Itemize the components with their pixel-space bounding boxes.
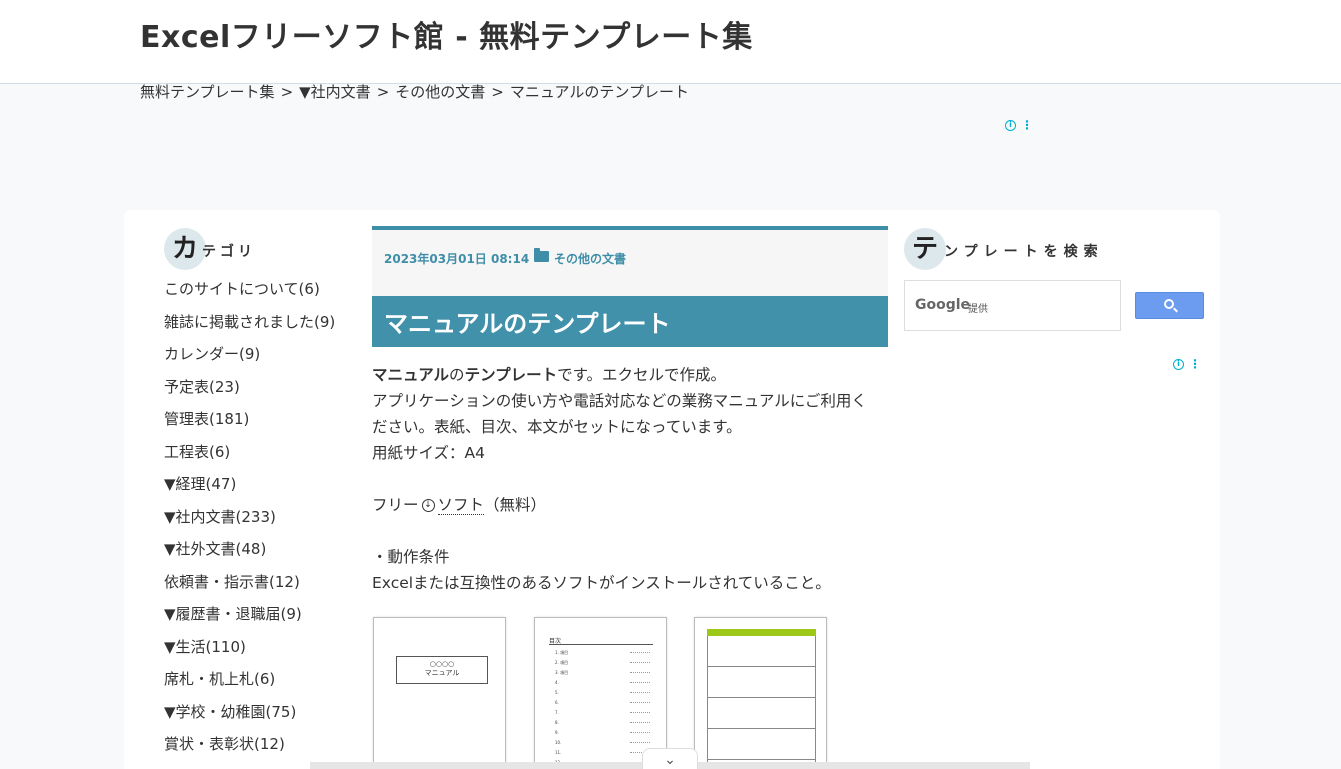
category-item[interactable]: カレンダー(9) xyxy=(164,343,335,376)
post-meta: 2023年03月01日 08:14 その他の文書 xyxy=(372,226,888,296)
intro-text: です。エクセルで作成。 xyxy=(557,366,727,384)
post-title: マニュアルのテンプレート xyxy=(372,296,888,347)
info-icon[interactable]: i xyxy=(1173,359,1184,370)
search-heading-initial: テ xyxy=(904,228,946,270)
toc-row: 3. 項目 xyxy=(555,670,655,675)
thumbnail-toc[interactable]: 目次 1. 項目 2. 項目 3. 項目 4. 5. 6. 7. 8. 9. 1… xyxy=(534,617,667,769)
software-link[interactable]: ソフト xyxy=(437,496,485,515)
toc-row: 2. 項目 xyxy=(555,660,655,665)
toc-row: 10. xyxy=(555,740,655,745)
post-body: マニュアルのテンプレートです。エクセルで作成。 アプリケーションの使い方や電話対… xyxy=(372,362,892,596)
thumbnail-cover[interactable]: ○○○○ マニュアル xyxy=(373,617,506,769)
breadcrumb-item-home[interactable]: 無料テンプレート集 xyxy=(140,83,275,101)
toc-row: 4. xyxy=(555,680,655,685)
google-provided-label: 提供 xyxy=(968,304,988,315)
requirements-text: Excelまたは互換性のあるソフトがインストールされていること。 xyxy=(372,574,831,592)
body-cell xyxy=(707,636,816,667)
breadcrumb-item-internal-docs[interactable]: ▼社内文書 xyxy=(299,83,371,101)
site-header: Excelフリーソフト館 - 無料テンプレート集 xyxy=(0,0,1341,84)
body-cell xyxy=(707,667,816,698)
cover-subtitle: マニュアル xyxy=(424,669,460,677)
search-icon xyxy=(1164,299,1174,309)
post-date: 2023年03月01日 08:14 xyxy=(384,252,530,266)
category-item[interactable]: ▼社外文書(48) xyxy=(164,538,335,571)
category-heading-rest: テゴリ xyxy=(202,244,256,260)
toc-row: 1. 項目 xyxy=(555,650,655,655)
toc-row: 12. xyxy=(555,760,655,765)
info-icon[interactable]: i xyxy=(1005,120,1016,131)
intro-keyword: マニュアル xyxy=(372,366,450,384)
download-icon[interactable]: ↓ xyxy=(421,499,435,512)
thumbnail-body[interactable] xyxy=(694,617,827,769)
post-category-link[interactable]: その他の文書 xyxy=(554,250,626,267)
body-cell xyxy=(707,698,816,729)
category-item[interactable]: 雑誌に掲載されました(9) xyxy=(164,311,335,344)
category-item[interactable]: ▼学校・幼稚園(75) xyxy=(164,701,335,734)
breadcrumb-separator: > xyxy=(280,83,294,101)
category-item[interactable]: 依頼書・指示書(12) xyxy=(164,571,335,604)
breadcrumb: 無料テンプレート集 > ▼社内文書 > その他の文書 > マニュアルのテンプレート xyxy=(140,81,689,102)
breadcrumb-separator: > xyxy=(491,83,504,101)
post-line: ださい。表紙、目次、本文がセットになっています。 xyxy=(372,418,742,436)
category-item[interactable]: 賞状・表彰状(12) xyxy=(164,733,335,766)
breadcrumb-item-other-docs[interactable]: その他の文書 xyxy=(395,83,485,101)
google-logo: Google xyxy=(915,297,971,313)
category-item[interactable]: このサイトについて(6) xyxy=(164,278,335,311)
toc-row: 6. xyxy=(555,700,655,705)
site-title[interactable]: Excelフリーソフト館 - 無料テンプレート集 xyxy=(140,12,753,56)
intro-text: の xyxy=(449,366,465,384)
toc-row: 9. xyxy=(555,730,655,735)
category-list: このサイトについて(6) 雑誌に掲載されました(9) カレンダー(9) 予定表(… xyxy=(164,278,335,766)
category-item[interactable]: ▼経理(47) xyxy=(164,473,335,506)
toc-row: 7. xyxy=(555,710,655,715)
kebab-menu-icon[interactable]: ⋮ xyxy=(1189,357,1201,371)
search-button[interactable] xyxy=(1135,292,1204,319)
post-intro: マニュアルのテンプレートです。エクセルで作成。 xyxy=(372,362,892,388)
breadcrumb-separator: > xyxy=(376,83,390,101)
chevron-down-icon[interactable]: ⌄ xyxy=(642,748,698,769)
paper-size: 用紙サイズ：A4 xyxy=(372,444,486,462)
kebab-menu-icon[interactable]: ⋮ xyxy=(1021,118,1033,132)
search-heading-rest: ンプレートを検索 xyxy=(944,244,1104,260)
body-cell xyxy=(707,729,816,760)
category-item[interactable]: 予定表(23) xyxy=(164,376,335,409)
toc-row: 11. xyxy=(555,750,655,755)
ad-choices-badge[interactable]: i ⋮ xyxy=(1173,357,1201,371)
cover-title: ○○○○ xyxy=(429,660,455,668)
toc-row: 5. xyxy=(555,690,655,695)
category-item[interactable]: 席札・机上札(6) xyxy=(164,668,335,701)
folder-icon xyxy=(534,248,549,262)
post-line: アプリケーションの使い方や電話対応などの業務マニュアルにご利用く xyxy=(372,392,867,410)
cover-title-box: ○○○○ マニュアル xyxy=(396,656,488,684)
toc-row: 8. xyxy=(555,720,655,725)
intro-keyword: テンプレート xyxy=(464,366,558,384)
body-header-bar xyxy=(707,629,816,636)
free-software-line: フリー ↓ ソフト（無料） xyxy=(372,492,892,518)
category-item[interactable]: 工程表(6) xyxy=(164,441,335,474)
category-heading-initial: カ xyxy=(164,228,206,270)
free-suffix: （無料） xyxy=(484,496,547,514)
breadcrumb-current: マニュアルのテンプレート xyxy=(509,83,689,101)
category-item[interactable]: ▼生活(110) xyxy=(164,636,335,669)
free-prefix: フリー xyxy=(372,496,419,514)
ad-choices-badge[interactable]: i ⋮ xyxy=(1005,118,1033,132)
requirements-title: ・動作条件 xyxy=(372,548,450,566)
category-item[interactable]: 管理表(181) xyxy=(164,408,335,441)
category-item[interactable]: ▼履歴書・退職届(9) xyxy=(164,603,335,636)
category-item[interactable]: ▼社内文書(233) xyxy=(164,506,335,539)
search-input[interactable]: Google 提供 xyxy=(904,280,1121,331)
